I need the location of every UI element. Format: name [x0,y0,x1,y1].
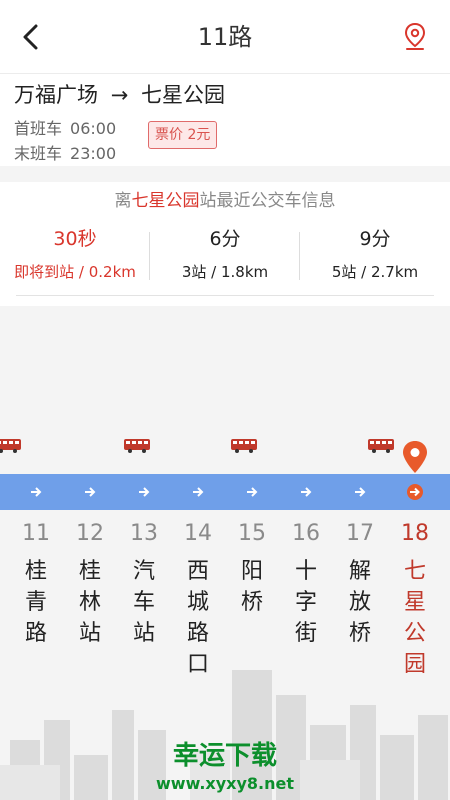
route-arrow: → [110,83,129,107]
direction-arrow-icon [410,487,420,497]
stop-name: 十字街 [294,559,317,646]
bus-stop[interactable]: 15 阳桥 [225,516,279,618]
bus-stop-current[interactable]: 18 七星公园 [388,516,442,680]
location-pin-icon [403,441,427,473]
last-bus-value: 23:00 [70,144,117,163]
watermark-url: www.xyxy8.net [156,774,294,793]
eta-item[interactable]: 6分 3站 / 1.8km [150,224,300,284]
stop-number: 13 [130,521,158,546]
stop-number: 16 [292,521,320,546]
stop-name: 阳桥 [240,559,263,615]
direction-arrow-icon [85,487,96,497]
stop-name: 桂林站 [78,559,101,646]
stop-number: 15 [238,521,266,546]
last-bus-time: 末班车 23:00 [14,143,116,165]
bus-icon [231,439,257,453]
eta-detail: 5站 / 2.7km [331,263,419,281]
eta-time: 30秒 [53,228,97,250]
stop-name: 西城路口 [186,559,209,677]
first-bus-label: 首班车 [14,119,63,138]
bus-stop[interactable]: 16 十字街 [279,516,333,649]
bus-stop[interactable]: 13 汽车站 [117,516,171,649]
route-from: 万福广场 [14,83,98,107]
last-bus-label: 末班车 [14,144,63,163]
bus-stop[interactable]: 17 解放桥 [333,516,387,649]
bus-icon [0,439,21,453]
info-prefix: 离 [114,191,132,211]
arrival-info-title: 离七星公园站最近公交车信息 [0,188,450,214]
bus-stop[interactable]: 14 西城路口 [171,516,225,680]
info-suffix: 站最近公交车信息 [199,191,336,211]
divider [16,295,434,296]
eta-detail: 3站 / 1.8km [181,263,269,281]
route-line [0,474,450,510]
page-title: 11路 [197,23,253,51]
stop-name: 解放桥 [348,559,371,646]
stop-number: 12 [76,521,104,546]
stop-name: 汽车站 [132,559,155,646]
map-pin-icon [404,22,426,50]
bus-stop[interactable]: 12 桂林站 [63,516,117,649]
direction-arrow-icon [355,487,366,497]
stop-number: 14 [184,521,212,546]
route-card: 万福广场 → 七星公园 首班车 06:00 末班车 23:00 票价 2元 [0,74,450,166]
route-to: 七星公园 [140,83,225,107]
first-bus-time: 首班车 06:00 [14,118,116,140]
route-direction: 万福广场 → 七星公园 [14,80,225,110]
direction-arrow-icon [193,487,204,497]
app-header: 11路 [0,0,450,74]
direction-arrow-icon [31,487,42,497]
direction-arrow-icon [139,487,150,497]
stop-number: 17 [346,521,374,546]
eta-time: 6分 [209,228,241,250]
route-map[interactable]: 11 桂青路 12 桂林站 13 汽车站 14 西城路口 15 阳桥 16 十字… [0,306,450,800]
direction-arrow-icon [247,487,258,497]
stop-number: 18 [401,521,429,546]
stop-number: 11 [22,521,50,546]
bus-stop[interactable]: 11 桂青路 [9,516,63,649]
eta-item[interactable]: 30秒 即将到站 / 0.2km [0,224,150,284]
eta-time: 9分 [359,228,391,250]
watermark: 幸运下载 www.xyxy8.net [150,738,300,794]
bus-icon [124,439,150,453]
first-bus-value: 06:00 [70,119,117,138]
stop-name: 七星公园 [403,559,426,677]
info-station: 七星公园 [131,191,200,211]
map-button[interactable] [400,20,430,54]
arrival-info-card: 离七星公园站最近公交车信息 30秒 即将到站 / 0.2km 6分 3站 / 1… [0,182,450,306]
eta-item[interactable]: 9分 5站 / 2.7km [300,224,450,284]
watermark-title: 幸运下载 [172,741,277,771]
eta-detail: 即将到站 / 0.2km [14,263,136,281]
fare-badge: 票价 2元 [148,121,218,149]
direction-arrow-icon [301,487,312,497]
stop-name: 桂青路 [24,559,47,646]
current-stop-marker [407,484,423,500]
bus-icon [368,439,394,453]
